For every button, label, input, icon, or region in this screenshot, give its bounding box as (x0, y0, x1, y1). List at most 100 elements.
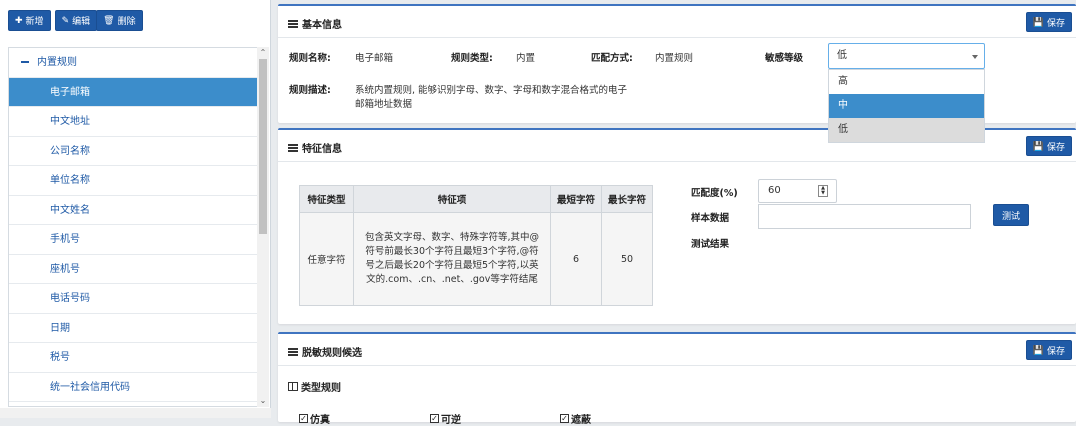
tree-item-date[interactable]: 日期 (9, 314, 257, 343)
sensitivity-option-medium[interactable]: 中 (829, 94, 984, 118)
type-rules-subtitle: 类型规则 (288, 379, 341, 394)
rule-type-value: 内置 (516, 53, 536, 64)
feature-info-title: 特征信息 (288, 140, 342, 155)
tree-item-tax-number[interactable]: 税号 (9, 343, 257, 373)
col-feature-type: 特征类型 (299, 185, 354, 213)
desensitize-candidate-panel: 脱敏规则候选 💾 保存 类型规则 ✓ 仿真 ✓ 可逆 ✓ 遮蔽 (278, 332, 1076, 426)
type-rules-subtitle-text: 类型规则 (301, 383, 341, 394)
checkbox-simulate-label: 仿真 (310, 415, 330, 426)
trash-icon: 🗑 (103, 15, 115, 25)
scrollbar-thumb[interactable] (259, 59, 267, 234)
col-max-chars: 最长字符 (601, 185, 654, 213)
checkbox-icon[interactable]: ✓ (560, 414, 569, 423)
col-feature-item: 特征项 (353, 185, 551, 213)
edit-delete-group: ✎ 编辑 🗑 删除 (54, 10, 143, 31)
left-toolbar: ✚ 新增 ✎ 编辑 🗑 删除 (8, 10, 143, 31)
match-degree-input[interactable]: 60 ▲ ▼ (758, 179, 837, 203)
col-min-chars: 最短字符 (549, 185, 603, 213)
tree-item-mobile[interactable]: 手机号 (9, 225, 257, 255)
checkbox-mask-label: 遮蔽 (571, 415, 591, 426)
rule-desc-label: 规则描述: (289, 85, 331, 96)
scroll-up-icon[interactable]: ⌃ (257, 47, 269, 59)
rule-desc-line2: 邮箱地址数据 (355, 99, 413, 110)
save-icon: 💾 (1032, 140, 1044, 151)
match-degree-label: 匹配度(%) (691, 188, 738, 199)
checkbox-icon[interactable]: ✓ (430, 414, 439, 423)
table-header-row: 特征类型 特征项 最短字符 最长字符 (299, 185, 654, 213)
table-row: 任意字符 包含英文字母、数字、特殊字符等,其中@符号前最长30个字符且最短3个字… (299, 212, 654, 306)
tree-root-builtin-rules[interactable]: 内置规则 (9, 48, 257, 78)
sensitivity-dropdown: 高 中 低 (828, 69, 985, 143)
match-mode-value: 内置规则 (655, 53, 694, 64)
collapse-icon[interactable] (21, 61, 29, 63)
candidate-save-button[interactable]: 💾 保存 (1025, 340, 1072, 360)
candidate-header: 脱敏规则候选 💾 保存 (278, 334, 1076, 366)
tree-item-company-name[interactable]: 公司名称 (9, 137, 257, 166)
tree-item-landline[interactable]: 座机号 (9, 255, 257, 284)
rule-desc-line1: 系统内置规则, 能够识别字母、数字、字母和数字混合格式的电子 (355, 85, 628, 96)
checkbox-simulate[interactable]: ✓ 仿真 (299, 411, 330, 426)
basic-info-title-text: 基本信息 (302, 20, 342, 31)
plus-icon: ✚ (15, 15, 23, 25)
tree-item-credit-code[interactable]: 统一社会信用代码 (9, 373, 257, 402)
delete-button-label: 删除 (117, 16, 136, 26)
candidate-title-text: 脱敏规则候选 (302, 348, 362, 359)
match-mode-label: 匹配方式: (591, 53, 633, 64)
candidate-save-label: 保存 (1046, 345, 1065, 356)
feature-info-title-text: 特征信息 (302, 144, 342, 155)
sensitivity-select-value: 低 (837, 50, 847, 61)
cell-max-chars: 50 (601, 212, 654, 306)
rule-name-label: 规则名称: (289, 53, 331, 64)
rule-tree-panel: ✚ 新增 ✎ 编辑 🗑 删除 内置规则 电子邮箱 中文地址 公司名称 单位名称 … (0, 0, 271, 418)
chevron-down-icon (972, 55, 978, 59)
feature-table: 特征类型 特征项 最短字符 最长字符 任意字符 包含英文字母、数字、特殊字符等,… (299, 185, 654, 306)
cell-feature-item: 包含英文字母、数字、特殊字符等,其中@符号前最长30个字符且最短3个字符,@符号… (353, 212, 551, 306)
save-icon: 💾 (1032, 344, 1044, 355)
delete-button[interactable]: 🗑 删除 (96, 10, 143, 31)
candidate-title: 脱敏规则候选 (288, 344, 362, 359)
scroll-down-icon[interactable]: ⌄ (257, 395, 269, 407)
feature-save-label: 保存 (1046, 141, 1065, 152)
tree-item-unit-name[interactable]: 单位名称 (9, 166, 257, 196)
basic-save-label: 保存 (1046, 17, 1065, 28)
test-button[interactable]: 测试 (993, 204, 1030, 226)
tree-item-chinese-name[interactable]: 中文姓名 (9, 196, 257, 225)
basic-info-header: 基本信息 💾 保存 (278, 6, 1076, 38)
basic-info-title: 基本信息 (288, 16, 342, 31)
tree-item-chinese-address[interactable]: 中文地址 (9, 107, 257, 137)
sample-data-input[interactable] (758, 204, 971, 229)
checkbox-reversible-label: 可逆 (441, 415, 461, 426)
list-icon (288, 143, 298, 152)
rule-name-value: 电子邮箱 (355, 53, 394, 64)
basic-save-button[interactable]: 💾 保存 (1025, 12, 1072, 32)
basic-info-panel: 基本信息 💾 保存 规则名称: 电子邮箱 规则类型: 内置 匹配方式: 内置规则… (278, 4, 1076, 143)
tree-item-phone-number[interactable]: 电话号码 (9, 284, 257, 314)
tree-scrollbar[interactable]: ⌃ ⌄ (257, 47, 269, 407)
edit-button-label: 编辑 (72, 16, 91, 26)
list-icon (288, 19, 298, 28)
feature-info-panel: 特征信息 💾 保存 特征类型 特征项 最短字符 最长字符 任意字符 包含英文字母… (278, 128, 1076, 324)
horizontal-scrollbar[interactable] (0, 408, 271, 418)
list-icon (288, 347, 298, 356)
checkbox-reversible[interactable]: ✓ 可逆 (430, 411, 461, 426)
sensitivity-select[interactable]: 低 (828, 43, 985, 69)
spinner-icon[interactable]: ▲ ▼ (818, 185, 828, 197)
sample-data-label: 样本数据 (691, 213, 730, 224)
columns-icon (288, 382, 298, 391)
checkbox-mask[interactable]: ✓ 遮蔽 (560, 411, 591, 426)
feature-save-button[interactable]: 💾 保存 (1025, 136, 1072, 156)
checkbox-icon[interactable]: ✓ (299, 414, 308, 423)
sensitivity-option-high[interactable]: 高 (829, 70, 984, 94)
add-button[interactable]: ✚ 新增 (8, 10, 51, 31)
sensitivity-label: 敏感等级 (765, 53, 804, 64)
match-degree-value: 60 (768, 185, 781, 196)
cell-min-chars: 6 (549, 212, 603, 306)
cell-feature-type: 任意字符 (299, 212, 354, 306)
edit-button[interactable]: ✎ 编辑 (54, 10, 98, 31)
tree-item-email[interactable]: 电子邮箱 (9, 77, 257, 107)
tree-root-label: 内置规则 (37, 57, 77, 68)
add-button-label: 新增 (25, 16, 44, 26)
rule-type-label: 规则类型: (451, 53, 493, 64)
save-icon: 💾 (1032, 16, 1044, 27)
sensitivity-option-low[interactable]: 低 (829, 118, 984, 142)
